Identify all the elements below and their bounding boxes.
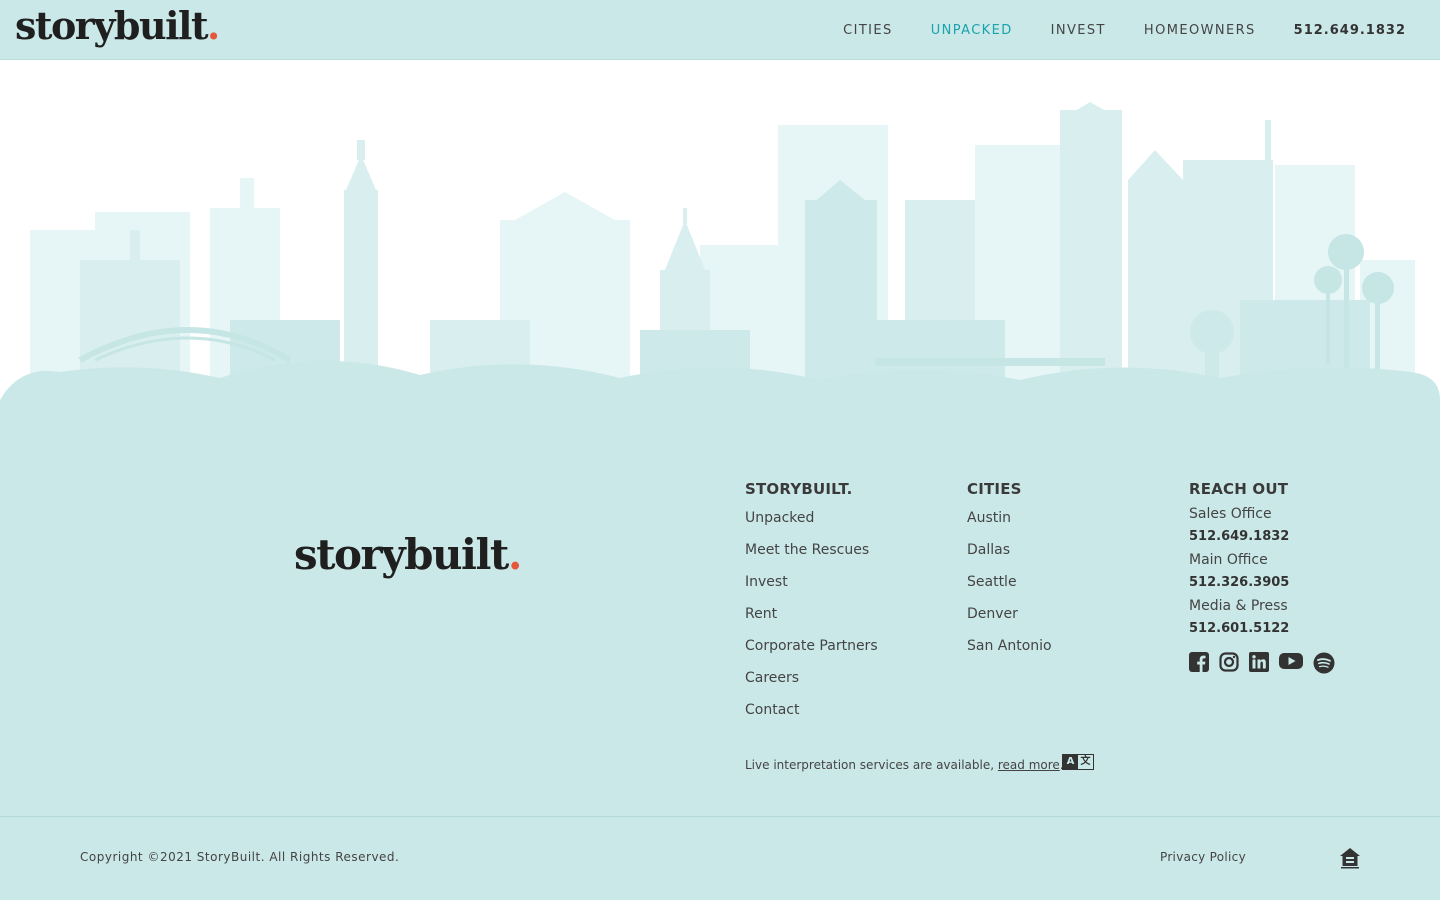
lang-badge-right: 文 [1080, 756, 1091, 767]
facebook-icon[interactable] [1189, 652, 1211, 684]
nav-phone-link[interactable]: 512.649.1832 [1294, 23, 1406, 38]
read-more-link[interactable]: read more [998, 758, 1060, 772]
footer-col-title: STORYBUILT. [745, 480, 853, 498]
contact-number-sales[interactable]: 512.649.1832 [1189, 527, 1335, 550]
footer-link-san-antonio[interactable]: San Antonio [967, 636, 1052, 668]
footer-col-cities: CITIES Austin Dallas Seattle Denver San … [967, 480, 1052, 668]
footer-logo[interactable]: storybuilt. [294, 534, 522, 576]
footer-logo-dot: . [507, 530, 523, 579]
social-links [1189, 652, 1335, 684]
footer-link-rescues[interactable]: Meet the Rescues [745, 540, 878, 572]
logo-text: storybuilt [15, 3, 209, 48]
header-logo[interactable]: storybuilt. [15, 7, 220, 45]
nav-unpacked[interactable]: UNPACKED [931, 23, 1013, 38]
footer-logo-text: storybuilt [294, 530, 509, 579]
instagram-icon[interactable] [1219, 652, 1241, 684]
footer-link-invest[interactable]: Invest [745, 572, 878, 604]
footer-link-austin[interactable]: Austin [967, 508, 1052, 540]
privacy-policy-link[interactable]: Privacy Policy [1160, 850, 1246, 864]
contact-number-main[interactable]: 512.326.3905 [1189, 573, 1335, 596]
footer-col-reach-out: REACH OUT Sales Office 512.649.1832 Main… [1189, 480, 1335, 684]
site-footer: storybuilt. STORYBUILT. Unpacked Meet th… [0, 400, 1440, 900]
contact-label-media: Media & Press [1189, 598, 1288, 614]
city-skyline-illustration [0, 102, 1440, 420]
footer-col-title: CITIES [967, 480, 1022, 498]
footer-link-denver[interactable]: Denver [967, 604, 1052, 636]
linkedin-icon[interactable] [1249, 652, 1271, 684]
footer-col-storybuilt: STORYBUILT. Unpacked Meet the Rescues In… [745, 480, 878, 732]
youtube-icon[interactable] [1279, 652, 1305, 684]
interpretation-notice: Live interpretation services are availab… [745, 758, 1064, 772]
footer-divider [0, 816, 1440, 817]
nav-cities[interactable]: CITIES [843, 23, 893, 38]
logo-dot: . [207, 3, 220, 48]
lang-badge-left: A [1063, 755, 1078, 769]
footer-link-contact[interactable]: Contact [745, 700, 878, 732]
footer-link-dallas[interactable]: Dallas [967, 540, 1052, 572]
footer-link-unpacked[interactable]: Unpacked [745, 508, 878, 540]
site-header: storybuilt. CITIES UNPACKED INVEST HOMEO… [0, 0, 1440, 60]
main-nav: CITIES UNPACKED INVEST HOMEOWNERS 512.64… [805, 0, 1406, 60]
footer-col-title: REACH OUT [1189, 480, 1289, 498]
spotify-icon[interactable] [1313, 652, 1335, 684]
footer-link-partners[interactable]: Corporate Partners [745, 636, 878, 668]
footer-link-careers[interactable]: Careers [745, 668, 878, 700]
contact-label-main: Main Office [1189, 552, 1268, 568]
contact-number-media[interactable]: 512.601.5122 [1189, 619, 1335, 642]
copyright-text: Copyright ©2021 StoryBuilt. All Rights R… [80, 850, 400, 864]
nav-homeowners[interactable]: HOMEOWNERS [1144, 23, 1256, 38]
language-translate-icon[interactable]: A 文 [1062, 754, 1094, 770]
footer-link-rent[interactable]: Rent [745, 604, 878, 636]
nav-invest[interactable]: INVEST [1051, 23, 1106, 38]
equal-housing-icon [1340, 848, 1360, 869]
contact-label-sales: Sales Office [1189, 506, 1272, 522]
footer-link-seattle[interactable]: Seattle [967, 572, 1052, 604]
interpretation-text: Live interpretation services are availab… [745, 758, 998, 772]
